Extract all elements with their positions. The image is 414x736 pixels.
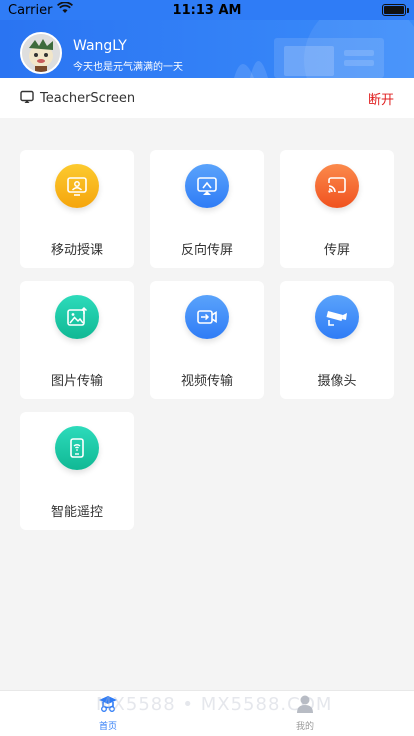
camera-icon [315, 295, 359, 339]
status-bar: Carrier 11:13 AM [0, 0, 414, 20]
feature-card-camera[interactable]: 摄像头 [280, 281, 394, 399]
feature-label: 视频传输 [180, 374, 233, 389]
header-decoration-icon [234, 20, 414, 78]
tab-home-label: 首页 [98, 722, 117, 732]
connection-bar: TeacherScreen 断开 [0, 78, 414, 118]
avatar[interactable] [20, 32, 62, 74]
tab-profile[interactable]: 我的 [275, 695, 335, 732]
feature-label: 反向传屏 [180, 243, 233, 258]
feature-label: 图片传输 [50, 374, 103, 389]
feature-card-smart-remote[interactable]: 智能遥控 [20, 412, 134, 530]
home-icon [99, 696, 117, 712]
tab-profile-label: 我的 [295, 722, 314, 732]
smart-remote-icon [55, 426, 99, 470]
feature-card-image-transfer[interactable]: 图片传输 [20, 281, 134, 399]
feature-label: 摄像头 [317, 374, 357, 389]
image-transfer-icon [55, 295, 99, 339]
video-transfer-icon [185, 295, 229, 339]
feature-card-video-transfer[interactable]: 视频传输 [150, 281, 264, 399]
screen-cast-icon [315, 164, 359, 208]
connected-device-name: TeacherScreen [40, 90, 136, 106]
reverse-cast-icon [185, 164, 229, 208]
tab-bar: 首页 我的 [0, 690, 414, 736]
avatar-character-icon [22, 34, 60, 72]
profile-motto: 今天也是元气满满的一天 [73, 62, 183, 73]
profile-header: WangLY 今天也是元气满满的一天 [0, 20, 414, 78]
feature-card-mobile-teaching[interactable]: 移动授课 [20, 150, 134, 268]
tab-home[interactable]: 首页 [78, 695, 138, 732]
wifi-icon [57, 1, 74, 18]
battery-icon [382, 4, 409, 16]
feature-label: 移动授课 [50, 243, 103, 258]
feature-label: 智能遥控 [50, 505, 103, 520]
feature-card-reverse-cast[interactable]: 反向传屏 [150, 150, 264, 268]
feature-label: 传屏 [323, 243, 350, 258]
screen-cast-device-icon [20, 89, 34, 108]
username: WangLY [73, 38, 127, 54]
mobile-teaching-icon [55, 164, 99, 208]
carrier-label: Carrier [8, 2, 53, 18]
disconnect-button[interactable]: 断开 [368, 89, 394, 108]
feature-card-screen-cast[interactable]: 传屏 [280, 150, 394, 268]
profile-icon [297, 695, 313, 713]
